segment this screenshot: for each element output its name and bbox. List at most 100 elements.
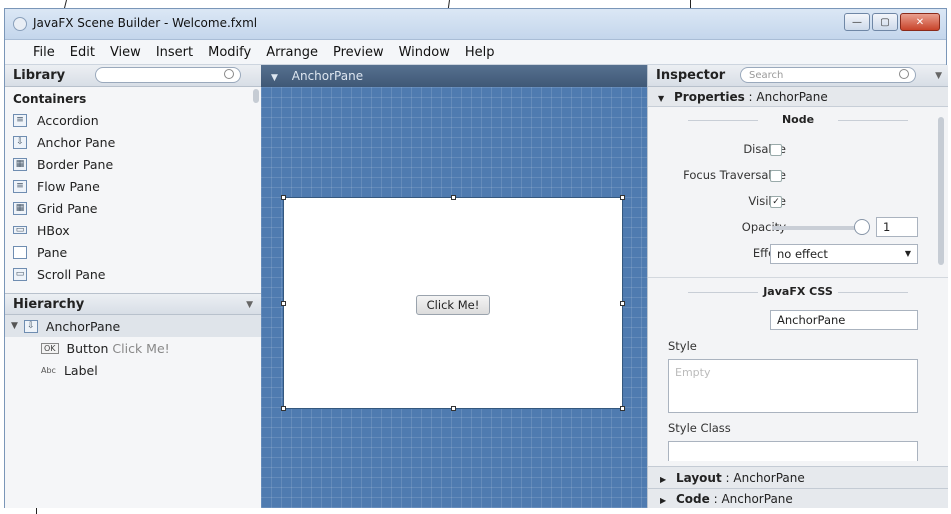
search-icon (224, 69, 234, 79)
expand-arrow-icon[interactable]: ▼ (11, 321, 18, 331)
resize-handle-nw[interactable] (281, 195, 286, 200)
menu-edit[interactable]: Edit (70, 45, 95, 60)
menu-help[interactable]: Help (465, 45, 495, 60)
maximize-button[interactable]: ▢ (872, 13, 898, 31)
layout-target: : AnchorPane (725, 471, 805, 485)
menu-arrange[interactable]: Arrange (266, 45, 318, 60)
library-section-containers[interactable]: Containers (5, 87, 261, 109)
opacity-slider-thumb[interactable] (854, 219, 870, 235)
focus-traversable-checkbox[interactable] (770, 170, 782, 182)
style-class-field[interactable] (668, 441, 918, 461)
menu-view[interactable]: View (110, 45, 141, 60)
resize-handle-ne[interactable] (620, 195, 625, 200)
library-item-flow-pane[interactable]: ≡ Flow Pane (5, 175, 261, 197)
content-header[interactable]: ▼ AnchorPane (261, 65, 647, 87)
chevron-right-icon: ▶ (660, 475, 667, 484)
hierarchy-item-type: Label (63, 362, 98, 378)
inspector-scrollbar[interactable] (938, 117, 944, 265)
window-controls: — ▢ ✕ (844, 13, 940, 31)
style-class-label: Style Class (668, 421, 731, 435)
hierarchy-title: Hierarchy (13, 297, 85, 312)
app-window: JavaFX Scene Builder - Welcome.fxml — ▢ … (4, 8, 948, 508)
library-item-pane[interactable]: Pane (5, 241, 261, 263)
layout-label: Layout (675, 471, 722, 485)
style-label: Style (668, 339, 697, 353)
resize-handle-s[interactable] (451, 406, 456, 411)
menu-window[interactable]: Window (399, 45, 450, 60)
chevron-down-icon[interactable]: ▼ (935, 65, 942, 87)
hierarchy-item-label-node[interactable]: Abc Label (5, 359, 261, 381)
code-label: Code (675, 492, 710, 506)
hierarchy-tree: ▼ ⇩ AnchorPane OK Button Click Me! Abc L… (5, 315, 261, 381)
menu-insert[interactable]: Insert (156, 45, 193, 60)
css-group-title: JavaFX CSS (648, 285, 948, 298)
content-header-label: AnchorPane (291, 69, 364, 83)
content-panel: ▼ AnchorPane Click Me! (261, 65, 647, 508)
chevron-down-icon[interactable]: ▼ (271, 73, 278, 83)
opacity-field[interactable]: 1 (876, 217, 918, 237)
hierarchy-item-button[interactable]: OK Button Click Me! (5, 337, 261, 359)
library-item-label: HBox (37, 222, 70, 238)
library-item-scroll-pane[interactable]: ▭ Scroll Pane (5, 263, 261, 285)
inspector-panel: Inspector Search ▼ ▼ Properties : Anchor… (647, 65, 948, 508)
hierarchy-item-text: Click Me! (112, 340, 170, 356)
window-title: JavaFX Scene Builder - Welcome.fxml (33, 16, 258, 30)
library-item-accordion[interactable]: ≡ Accordion (5, 109, 261, 131)
minimize-button[interactable]: — (844, 13, 870, 31)
grid-pane-icon: ▦ (13, 201, 27, 215)
click-me-button[interactable]: Click Me! (416, 295, 490, 315)
library-item-anchor-pane[interactable]: ⇩ Anchor Pane (5, 131, 261, 153)
code-section-header[interactable]: ▶ Code : AnchorPane (648, 488, 948, 508)
layout-section-header[interactable]: ▶ Layout : AnchorPane (648, 466, 948, 488)
effect-select[interactable]: no effect ▼ (770, 244, 918, 264)
scroll-pane-icon: ▭ (13, 267, 27, 281)
library-item-label: Grid Pane (37, 200, 98, 216)
id-field[interactable]: AnchorPane (770, 310, 918, 330)
library-header: Library (5, 65, 261, 87)
anchorpane-node[interactable]: Click Me! (281, 195, 625, 411)
library-item-grid-pane[interactable]: ▦ Grid Pane (5, 197, 261, 219)
disable-checkbox[interactable] (770, 144, 782, 156)
inspector-search-input[interactable]: Search (740, 67, 916, 83)
resize-handle-sw[interactable] (281, 406, 286, 411)
hierarchy-header: Hierarchy ▼ (5, 293, 261, 315)
library-search-input[interactable] (95, 67, 241, 83)
library-item-label: Border Pane (37, 156, 114, 172)
visible-checkbox[interactable]: ✓ (770, 196, 782, 208)
resize-handle-w[interactable] (281, 301, 286, 306)
app-icon (13, 17, 27, 31)
chevron-down-icon: ▼ (658, 94, 665, 103)
divider (648, 277, 948, 278)
resize-handle-n[interactable] (451, 195, 456, 200)
chevron-down-icon[interactable]: ▼ (246, 294, 253, 316)
chevron-right-icon: ▶ (660, 496, 667, 505)
label-chip-icon: Abc (41, 365, 56, 375)
properties-target: : AnchorPane (748, 90, 828, 104)
library-item-hbox[interactable]: ▭ HBox (5, 219, 261, 241)
menu-modify[interactable]: Modify (208, 45, 251, 60)
hierarchy-item-anchorpane[interactable]: ▼ ⇩ AnchorPane (5, 315, 261, 337)
resize-handle-e[interactable] (620, 301, 625, 306)
menu-file[interactable]: File (33, 45, 55, 60)
library-item-label: Pane (37, 244, 68, 260)
pane-icon (13, 245, 27, 259)
search-icon (899, 69, 909, 79)
library-title: Library (13, 68, 66, 83)
hierarchy-item-label: AnchorPane (45, 318, 121, 334)
design-canvas[interactable]: Click Me! (261, 87, 647, 508)
library-item-label: Scroll Pane (37, 266, 106, 282)
library-item-border-pane[interactable]: ▦ Border Pane (5, 153, 261, 175)
resize-handle-se[interactable] (620, 406, 625, 411)
anchor-pane-icon: ⇩ (13, 135, 27, 149)
close-button[interactable]: ✕ (900, 13, 940, 31)
properties-label: Properties (673, 90, 745, 104)
opacity-slider[interactable] (772, 226, 862, 230)
properties-section-header[interactable]: ▼ Properties : AnchorPane (648, 87, 948, 107)
library-scrollbar[interactable] (253, 89, 259, 103)
code-target: : AnchorPane (713, 492, 793, 506)
library-item-label: Anchor Pane (37, 134, 116, 150)
style-textarea[interactable]: Empty (668, 359, 918, 413)
menu-preview[interactable]: Preview (333, 45, 384, 60)
title-bar: JavaFX Scene Builder - Welcome.fxml — ▢ … (5, 9, 946, 40)
flow-pane-icon: ≡ (13, 179, 27, 193)
